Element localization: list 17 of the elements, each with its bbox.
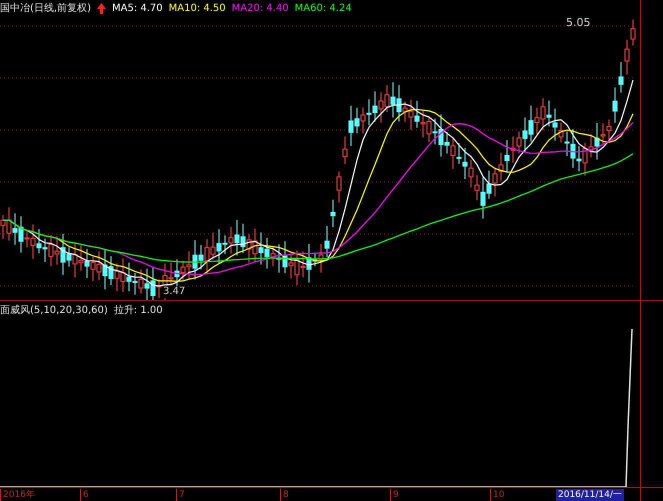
moving-average-label: MA60: 4.24 — [294, 2, 352, 14]
high-price-label: 5.05 — [566, 16, 590, 29]
moving-average-label: MA20: 4.40 — [232, 2, 289, 14]
axis-label: 10 — [490, 489, 504, 501]
up-arrow-icon — [96, 2, 106, 14]
axis-label: 6 — [80, 489, 89, 501]
moving-average-label: MA5: 4.70 — [112, 2, 163, 14]
cursor-date-label: 2016/11/14/一 — [556, 489, 624, 501]
indicator-value: 拉升: 1.00 — [114, 304, 163, 317]
low-price-label: 3.47 — [162, 286, 186, 298]
axis-label: 9 — [390, 489, 399, 501]
axis-label: 8 — [280, 489, 289, 501]
axis-label: 2016年 — [0, 489, 35, 501]
chart-title: 国中冶(日线,前复权) — [0, 2, 91, 15]
axis-label: 7 — [176, 489, 185, 501]
indicator-name: 面威风(5,10,20,30,60) — [0, 304, 108, 317]
moving-average-label: MA10: 4.50 — [168, 2, 226, 14]
